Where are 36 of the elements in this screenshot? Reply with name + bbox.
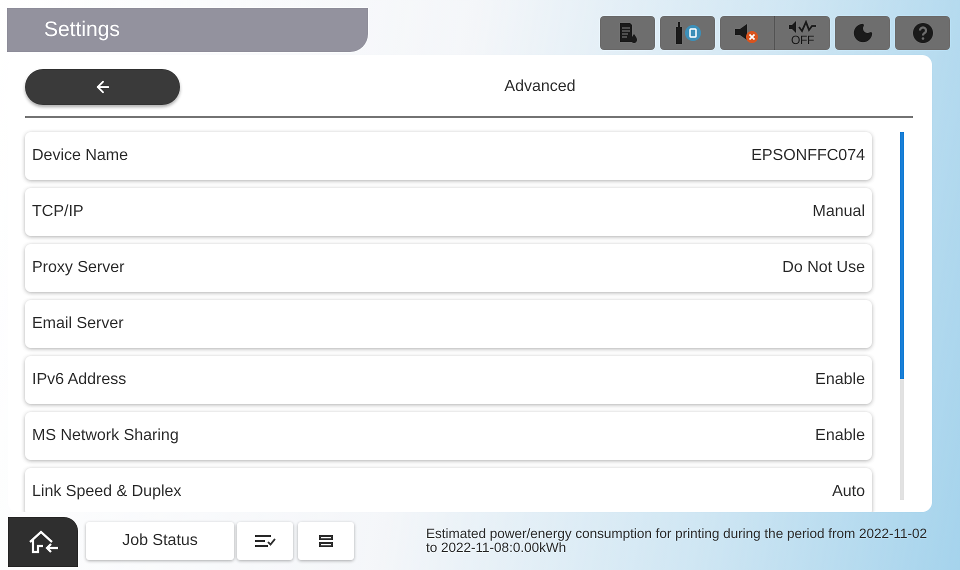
row-label: Link Speed & Duplex [32,482,182,502]
list-check-icon [254,533,276,549]
row-label: Device Name [32,146,128,166]
home-icon [27,529,59,555]
job-list-button[interactable] [237,522,293,560]
job-status-button[interactable]: Job Status [86,522,234,560]
help-icon [912,22,934,44]
home-button[interactable] [8,517,78,567]
row-value: Manual [812,202,865,222]
settings-row[interactable]: MS Network Sharing Enable [25,412,872,460]
screen-title: Advanced [504,77,576,97]
settings-row[interactable]: Email Server [25,300,872,348]
settings-row[interactable]: Device Name EPSONFFC074 [25,132,872,180]
settings-row[interactable]: IPv6 Address Enable [25,356,872,404]
row-value: EPSONFFC074 [751,146,865,166]
speaker-muted-icon [733,21,761,45]
status-button[interactable] [660,16,715,50]
stack-icon [318,533,334,549]
row-value: Auto [832,482,865,502]
row-value: Enable [815,426,865,446]
row-value: Do Not Use [782,258,865,278]
row-label: IPv6 Address [32,370,126,390]
energy-notice: Estimated power/energy consumption for printing during the period from 2022-11-02 to 2022-11-08:0.00kWh [426,527,928,555]
row-label: Proxy Server [32,258,124,278]
row-label: Email Server [32,314,124,334]
stack-button[interactable] [298,522,354,560]
ink-cartridge-icon [618,22,638,44]
header-title: Settings [44,17,120,44]
settings-row[interactable]: Link Speed & Duplex Auto [25,468,872,512]
row-value: Enable [815,370,865,390]
back-button[interactable] [25,69,180,105]
row-label: MS Network Sharing [32,426,179,446]
row-label: TCP/IP [32,202,84,222]
settings-row[interactable]: Proxy Server Do Not Use [25,244,872,292]
moon-icon [852,22,874,44]
settings-row[interactable]: TCP/IP Manual [25,188,872,236]
